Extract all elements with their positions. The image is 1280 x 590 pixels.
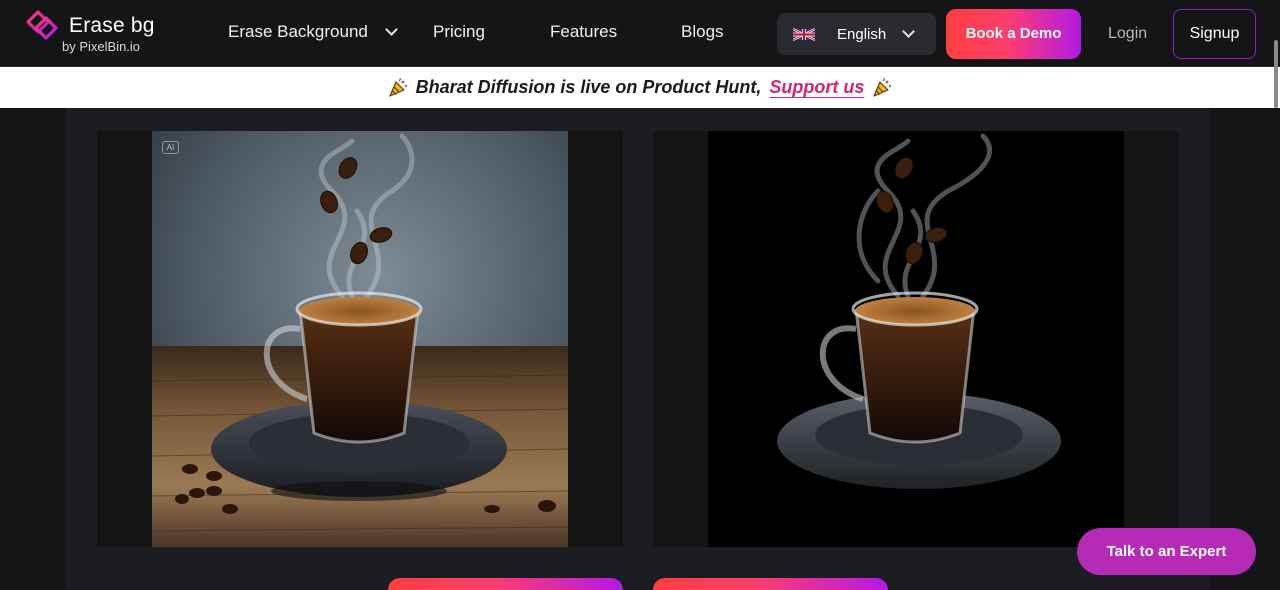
brand-title: Erase bg — [69, 14, 155, 37]
result-image — [708, 131, 1124, 547]
ai-badge: AI — [162, 141, 179, 154]
erasebg-logo-icon — [26, 10, 58, 40]
nav-blogs[interactable]: Blogs — [681, 22, 724, 42]
brand-subtitle: by PixelBin.io — [62, 39, 141, 54]
top-navbar: Erase bg by PixelBin.io Erase Background… — [0, 0, 1280, 67]
party-popper-icon — [873, 78, 892, 97]
party-popper-icon — [389, 78, 407, 97]
nav-erase-background[interactable]: Erase Background — [228, 22, 398, 42]
language-label: English — [837, 26, 887, 43]
original-image: AI — [152, 131, 568, 547]
page-scrollbar[interactable] — [1274, 40, 1278, 108]
brand-logo[interactable]: Erase bg by PixelBin.io — [24, 10, 159, 56]
support-us-link[interactable]: Support us — [769, 77, 864, 97]
nav-features[interactable]: Features — [550, 22, 617, 42]
upload-image-button[interactable] — [388, 578, 623, 590]
chevron-down-icon — [902, 25, 915, 38]
language-selector[interactable]: English — [777, 13, 936, 55]
chevron-down-icon — [384, 23, 398, 36]
login-link[interactable]: Login — [1108, 25, 1147, 43]
uk-flag-icon — [793, 28, 815, 41]
nav-erase-background-label: Erase Background — [228, 22, 368, 41]
announcement-banner: Bharat Diffusion is live on Product Hunt… — [0, 67, 1280, 108]
talk-to-expert-button[interactable]: Talk to an Expert — [1077, 528, 1256, 575]
signup-button[interactable]: Signup — [1173, 9, 1256, 59]
download-image-button[interactable] — [653, 578, 888, 590]
book-demo-button[interactable]: Book a Demo — [946, 9, 1081, 59]
nav-pricing[interactable]: Pricing — [433, 22, 485, 42]
banner-text: Bharat Diffusion is live on Product Hunt… — [415, 77, 762, 97]
